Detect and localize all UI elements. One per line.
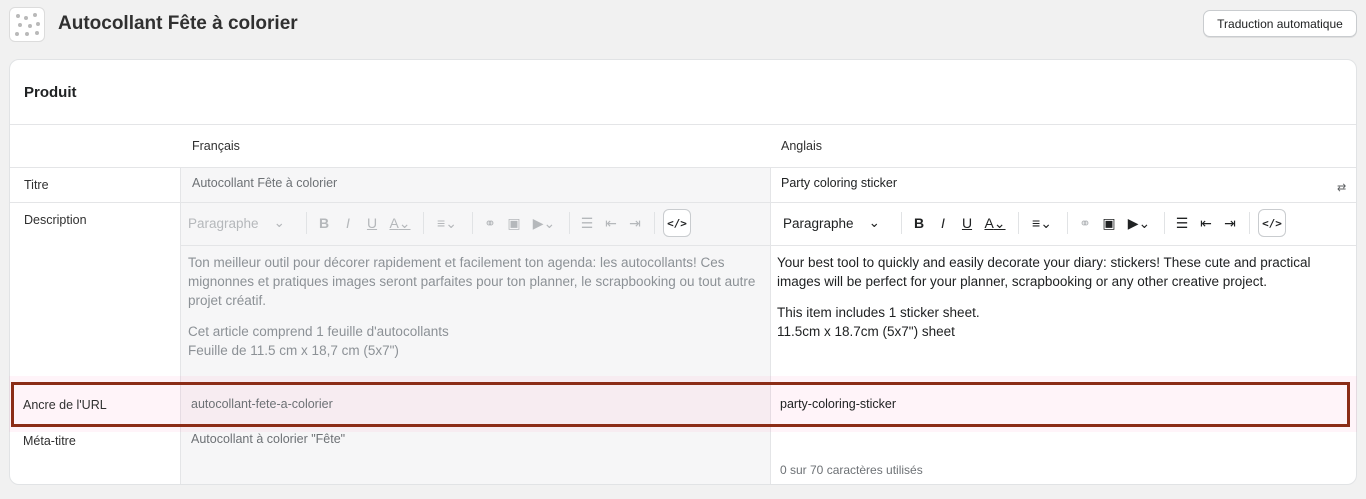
- image-icon[interactable]: ▣: [1100, 211, 1118, 235]
- italic-icon: I: [346, 215, 350, 231]
- link-icon: ⚭: [1079, 214, 1091, 231]
- page-title: Autocollant Fête à colorier: [58, 13, 298, 34]
- align-icon[interactable]: ≡⌄: [1027, 211, 1057, 235]
- product-thumbnail: [9, 7, 45, 42]
- underline-icon[interactable]: U: [958, 211, 976, 235]
- row-label-description: Description: [24, 213, 87, 227]
- title-source-value: Autocollant Fête à colorier: [192, 176, 338, 190]
- card-title: Produit: [24, 84, 77, 101]
- source-editor-toolbar: Paragraphe ⌄ B I U A ⌄ ≡⌄ ⚭ ▣ ▶⌄ ☰ ⇤ ⇥ </…: [188, 205, 691, 241]
- video-icon: ▶⌄: [532, 214, 556, 231]
- indent-icon[interactable]: ⇥: [1221, 211, 1239, 235]
- text-color-icon: A ⌄: [389, 214, 411, 232]
- link-icon: ⚭: [484, 214, 496, 231]
- paragraph-select-disabled: Paragraphe ⌄: [188, 215, 285, 231]
- bullet-list-icon: ☰: [580, 214, 594, 231]
- auto-translate-button[interactable]: Traduction automatique: [1203, 10, 1357, 37]
- page-header: Autocollant Fête à colorier Traduction a…: [0, 0, 1366, 50]
- row-label-title: Titre: [24, 178, 49, 192]
- column-header-english: Anglais: [781, 139, 822, 153]
- outdent-icon[interactable]: ⇤: [1197, 211, 1215, 235]
- html-source-button[interactable]: </>: [1258, 209, 1286, 237]
- target-editor-toolbar: Paragraphe ⌄ B I U A ⌄ ≡⌄ ⚭ ▣ ▶⌄ ☰ ⇤ ⇥ </…: [783, 205, 1286, 241]
- description-source-text: Ton meilleur outil pour décorer rapideme…: [188, 255, 756, 358]
- html-source-button[interactable]: </>: [663, 209, 691, 237]
- underline-icon: U: [366, 215, 378, 231]
- translate-icon[interactable]: ⇄: [1337, 181, 1346, 194]
- row-label-meta-title: Méta-titre: [23, 434, 76, 448]
- align-icon: ≡⌄: [437, 214, 457, 231]
- italic-icon[interactable]: I: [934, 211, 952, 235]
- meta-title-char-count: 0 sur 70 caractères utilisés: [780, 463, 923, 477]
- url-row-highlight-box: [11, 382, 1350, 427]
- paragraph-select[interactable]: Paragraphe ⌄: [783, 211, 891, 235]
- meta-title-source-value: Autocollant à colorier "Fête": [191, 432, 346, 446]
- bold-icon[interactable]: B: [910, 211, 928, 235]
- video-icon[interactable]: ▶⌄: [1124, 211, 1154, 235]
- bullet-list-icon[interactable]: ☰: [1173, 211, 1191, 235]
- text-color-icon[interactable]: A ⌄: [982, 211, 1008, 235]
- description-translation-editor[interactable]: Your best tool to quickly and easily dec…: [777, 253, 1347, 353]
- image-icon: ▣: [507, 214, 521, 231]
- bold-icon: B: [318, 215, 330, 231]
- column-header-french: Français: [192, 139, 240, 153]
- outdent-icon: ⇤: [605, 214, 617, 231]
- title-translation-input[interactable]: Party coloring sticker: [781, 176, 897, 190]
- indent-icon: ⇥: [629, 214, 641, 231]
